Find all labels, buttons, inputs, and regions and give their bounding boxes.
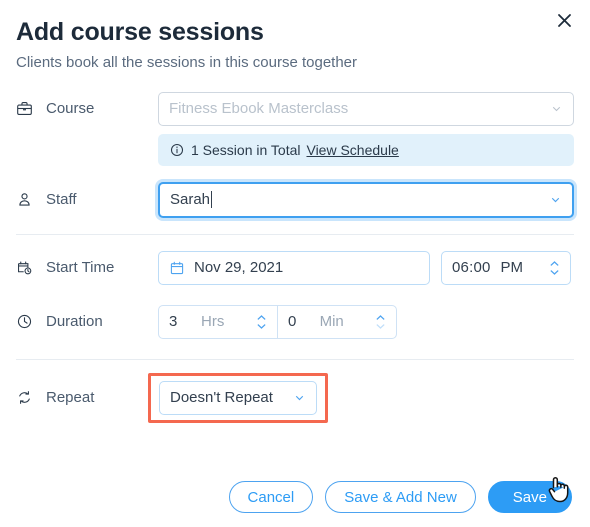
chevron-down-icon bbox=[293, 391, 306, 404]
chevron-down-icon bbox=[550, 102, 563, 115]
duration-minutes[interactable]: 0 Min bbox=[277, 305, 396, 338]
duration-field-group: 3 Hrs 0 Min bbox=[158, 304, 574, 339]
meridiem-value: PM bbox=[500, 259, 524, 277]
divider bbox=[16, 358, 574, 360]
start-time-label: Start Time bbox=[46, 259, 115, 277]
calendar-clock-icon bbox=[16, 259, 38, 276]
course-field-group: Fitness Ebook Masterclass 1 Session in T… bbox=[158, 91, 574, 166]
duration-row: Duration 3 Hrs 0 Min bbox=[0, 302, 590, 342]
briefcase-icon bbox=[16, 92, 38, 126]
staff-value: Sarah bbox=[170, 191, 211, 209]
repeat-icon bbox=[16, 389, 38, 406]
dialog-header: Add course sessions Clients book all the… bbox=[0, 0, 590, 72]
calendar-icon bbox=[169, 260, 185, 276]
minutes-stepper[interactable] bbox=[375, 314, 386, 330]
close-icon bbox=[557, 13, 572, 33]
repeat-label: Repeat bbox=[46, 389, 95, 407]
user-icon bbox=[16, 191, 38, 208]
time-input[interactable]: 06:00 PM bbox=[441, 250, 571, 285]
time-value: 06:00 bbox=[452, 259, 491, 277]
course-row: Course Fitness Ebook Masterclass 1 Sessi… bbox=[0, 86, 590, 166]
duration-hours-unit: Hrs bbox=[201, 313, 225, 331]
course-value: Fitness Ebook Masterclass bbox=[169, 100, 349, 118]
repeat-field-group: Doesn't Repeat bbox=[148, 372, 574, 423]
start-time-field-group: Nov 29, 2021 06:00 PM bbox=[158, 250, 574, 285]
add-course-sessions-dialog: Add course sessions Clients book all the… bbox=[0, 0, 590, 527]
close-button[interactable] bbox=[552, 11, 576, 35]
view-schedule-link[interactable]: View Schedule bbox=[306, 142, 398, 158]
repeat-select[interactable]: Doesn't Repeat bbox=[159, 380, 317, 415]
staff-field-group: Sarah bbox=[158, 181, 574, 218]
info-icon bbox=[170, 143, 184, 157]
divider bbox=[16, 233, 574, 235]
page-title: Add course sessions bbox=[16, 18, 264, 46]
duration-label: Duration bbox=[46, 313, 103, 331]
date-value: Nov 29, 2021 bbox=[194, 259, 284, 277]
save-button[interactable]: Save bbox=[487, 481, 572, 513]
duration-hours-value: 3 bbox=[169, 313, 178, 331]
repeat-row: Repeat Doesn't Repeat bbox=[0, 372, 590, 423]
staff-input[interactable]: Sarah bbox=[158, 181, 574, 218]
duration-minutes-unit: Min bbox=[319, 313, 344, 331]
save-add-new-button[interactable]: Save & Add New bbox=[325, 481, 476, 513]
start-time-row: Start Time Nov 29, 2021 06:00 PM bbox=[0, 248, 590, 288]
duration-hours[interactable]: 3 Hrs bbox=[159, 306, 277, 338]
staff-row: Staff Sarah bbox=[0, 180, 590, 220]
repeat-value: Doesn't Repeat bbox=[170, 389, 273, 407]
session-count-text: 1 Session in Total bbox=[191, 141, 301, 158]
staff-label: Staff bbox=[46, 191, 77, 209]
repeat-highlight-box: Doesn't Repeat bbox=[148, 372, 328, 423]
time-stepper[interactable] bbox=[549, 260, 560, 276]
text-cursor bbox=[211, 191, 213, 209]
cancel-button[interactable]: Cancel bbox=[228, 481, 314, 513]
session-form: Course Fitness Ebook Masterclass 1 Sessi… bbox=[0, 86, 590, 423]
dialog-subtitle: Clients book all the sessions in this co… bbox=[16, 53, 358, 71]
duration-group: 3 Hrs 0 Min bbox=[158, 304, 397, 339]
dialog-footer: Cancel Save & Add New Save bbox=[0, 476, 590, 513]
clock-icon bbox=[16, 313, 38, 330]
duration-minutes-value: 0 bbox=[288, 313, 297, 331]
chevron-down-icon bbox=[549, 193, 562, 206]
session-info-banner: 1 Session in Total View Schedule bbox=[158, 133, 574, 166]
date-input[interactable]: Nov 29, 2021 bbox=[158, 250, 430, 285]
course-label: Course bbox=[46, 99, 95, 117]
course-select[interactable]: Fitness Ebook Masterclass bbox=[158, 91, 574, 126]
hours-stepper[interactable] bbox=[256, 314, 267, 330]
